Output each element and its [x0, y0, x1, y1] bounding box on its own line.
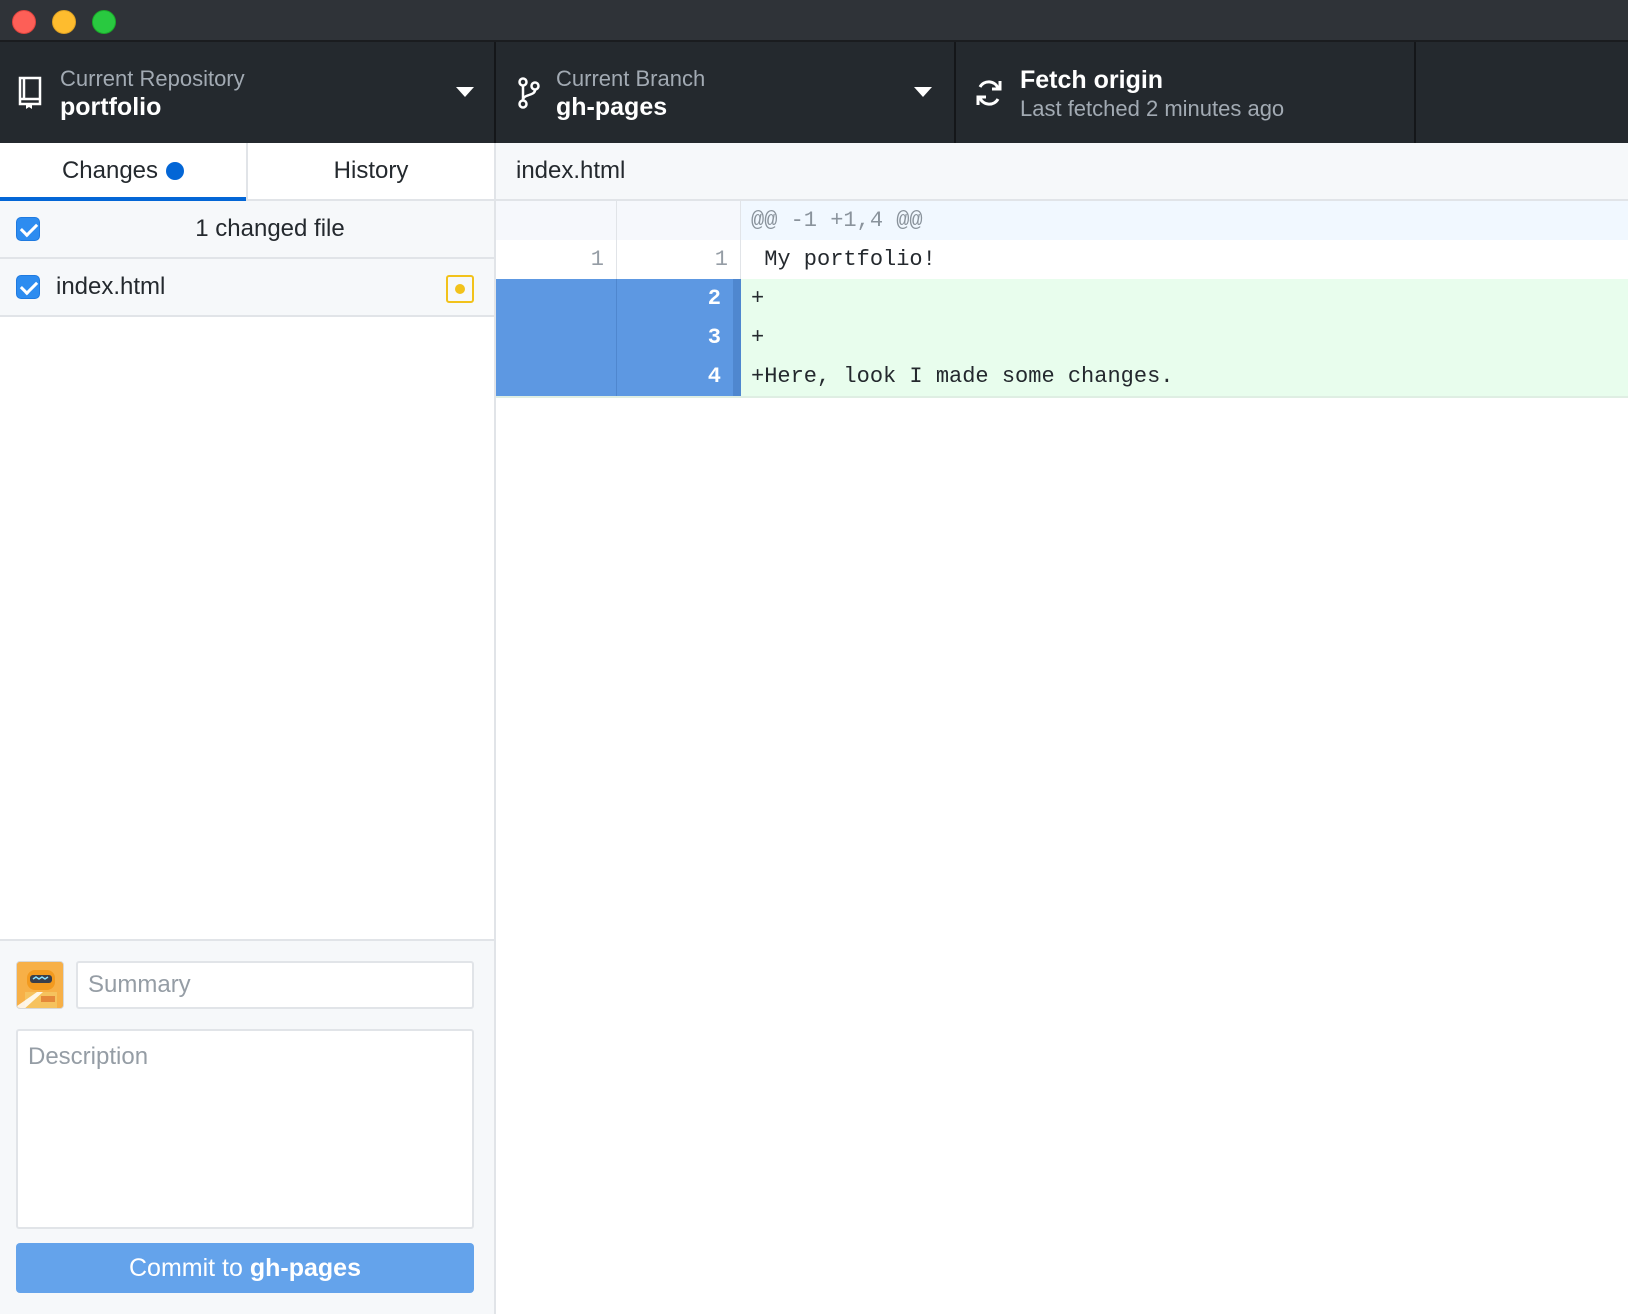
- current-repository-dropdown[interactable]: Current Repository portfolio: [0, 42, 496, 143]
- sidebar-tabs: Changes History: [0, 143, 494, 201]
- last-fetched-status: Last fetched 2 minutes ago: [1020, 96, 1285, 121]
- diff-file-header: index.html: [496, 143, 1628, 201]
- changed-file-name: index.html: [56, 273, 166, 300]
- diff-line-added[interactable]: 4 +Here, look I made some changes.: [496, 357, 1628, 396]
- fetch-origin-button[interactable]: Fetch origin Last fetched 2 minutes ago: [956, 42, 1416, 143]
- commit-form: Commit to gh-pages: [0, 939, 494, 1314]
- repository-icon: [18, 76, 42, 109]
- repository-label: Current Repository: [60, 66, 245, 91]
- changes-sidebar: Changes History 1 changed file index.htm…: [0, 143, 496, 1314]
- changed-files-count: 1 changed file: [195, 215, 345, 242]
- diff-hunk-header: @@ -1 +1,4 @@: [496, 201, 1628, 240]
- robot-avatar-icon: [17, 962, 63, 1008]
- minimize-window-button[interactable]: [52, 10, 76, 34]
- diff-line-added[interactable]: 3 +: [496, 318, 1628, 357]
- changed-files-header: 1 changed file: [0, 201, 494, 259]
- tab-changes[interactable]: Changes: [0, 143, 248, 201]
- new-line-number[interactable]: 3: [617, 318, 741, 357]
- old-line-number: [496, 279, 617, 318]
- changes-indicator-dot: [166, 162, 185, 180]
- diff-line-context[interactable]: 1 1 My portfolio!: [496, 240, 1628, 279]
- diff-line-text: +: [741, 279, 1628, 318]
- select-all-files-checkbox[interactable]: [16, 217, 40, 241]
- new-line-number: 1: [617, 240, 741, 279]
- commit-button-prefix: Commit to: [129, 1253, 250, 1282]
- tab-history[interactable]: History: [248, 143, 494, 199]
- repository-name: portfolio: [60, 93, 162, 121]
- chevron-down-icon: [914, 87, 932, 97]
- file-include-checkbox[interactable]: [16, 275, 40, 299]
- changed-file-row[interactable]: index.html: [0, 259, 494, 317]
- branch-label: Current Branch: [556, 66, 706, 91]
- diff-divider: [496, 396, 1628, 398]
- sync-icon: [976, 80, 1002, 106]
- file-modified-icon: [446, 275, 474, 303]
- diff-line-added[interactable]: 2 +: [496, 279, 1628, 318]
- app-toolbar: Current Repository portfolio Current Bra…: [0, 42, 1628, 143]
- old-line-number: [496, 201, 617, 240]
- hunk-header-text: @@ -1 +1,4 @@: [741, 201, 1628, 240]
- tab-changes-label: Changes: [61, 157, 159, 184]
- old-line-number: [496, 357, 617, 396]
- window-titlebar: [0, 0, 1628, 42]
- tab-history-label: History: [333, 157, 409, 184]
- diff-view: index.html @@ -1 +1,4 @@ 1 1 My portfoli…: [496, 143, 1628, 1314]
- diff-line-text: My portfolio!: [751, 247, 936, 272]
- diff-file-name: index.html: [516, 157, 626, 184]
- commit-button-branch: gh-pages: [249, 1253, 361, 1282]
- current-branch-dropdown[interactable]: Current Branch gh-pages: [496, 42, 956, 143]
- diff-body: @@ -1 +1,4 @@ 1 1 My portfolio! 2 + 3 + …: [496, 201, 1628, 398]
- old-line-number: 1: [496, 240, 617, 279]
- chevron-down-icon: [456, 87, 474, 97]
- branch-icon: [518, 77, 540, 109]
- diff-line-text: +: [741, 318, 1628, 357]
- new-line-number: [617, 201, 741, 240]
- new-line-number[interactable]: 2: [617, 279, 741, 318]
- close-window-button[interactable]: [12, 10, 36, 34]
- commit-button[interactable]: Commit to gh-pages: [16, 1243, 474, 1293]
- commit-summary-input[interactable]: [76, 961, 474, 1009]
- fetch-title: Fetch origin: [1020, 66, 1164, 94]
- diff-line-text: +Here, look I made some changes.: [741, 357, 1628, 396]
- maximize-window-button[interactable]: [92, 10, 116, 34]
- old-line-number: [496, 318, 617, 357]
- commit-description-input[interactable]: [16, 1029, 474, 1229]
- branch-name: gh-pages: [556, 93, 668, 121]
- avatar: [16, 961, 64, 1009]
- new-line-number[interactable]: 4: [617, 357, 741, 396]
